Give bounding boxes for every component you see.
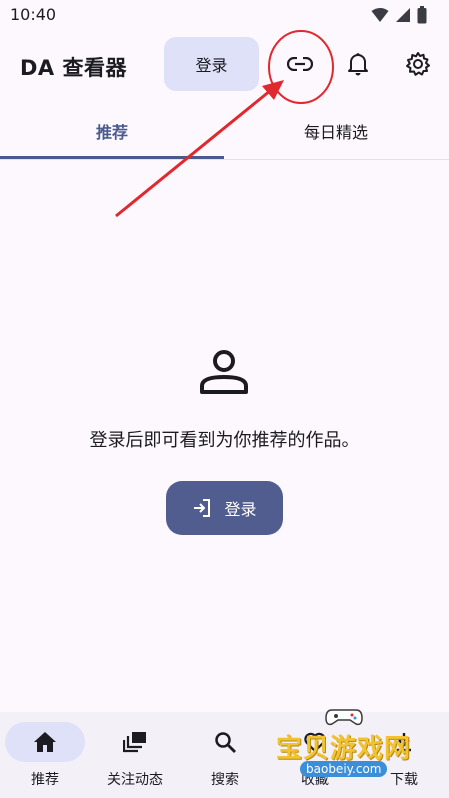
notifications-button[interactable] — [338, 44, 378, 84]
nav-label: 关注动态 — [107, 772, 163, 788]
empty-message: 登录后即可看到为你推荐的作品。 — [89, 430, 360, 451]
bell-icon — [348, 53, 368, 76]
person-icon — [200, 350, 248, 394]
top-login-button[interactable]: 登录 — [164, 37, 259, 91]
nav-label: 推荐 — [31, 772, 59, 788]
watermark-url: baobeiy.com — [300, 761, 388, 777]
watermark-text: 宝贝游戏网 — [276, 734, 412, 764]
settings-button[interactable] — [398, 44, 438, 84]
home-icon — [34, 732, 56, 752]
search-icon — [215, 732, 236, 753]
battery-icon — [417, 6, 427, 24]
login-button-label: 登录 — [224, 500, 257, 519]
tab-daily-picks[interactable]: 每日精选 — [224, 106, 448, 156]
login-button[interactable]: 登录 — [166, 481, 283, 535]
login-icon — [194, 499, 211, 517]
link-icon — [287, 57, 313, 71]
app-title: DA 查看器 — [20, 56, 127, 80]
tab-divider — [0, 159, 449, 160]
status-time: 10:40 — [10, 5, 57, 24]
nav-label: 搜索 — [211, 772, 239, 788]
watermark: 宝贝游戏网 baobeiy.com — [272, 706, 422, 786]
gear-icon — [406, 52, 430, 76]
nav-recommended[interactable]: 推荐 — [0, 712, 90, 798]
status-icons — [371, 6, 427, 24]
signal-icon — [396, 8, 410, 22]
top-app-bar: DA 查看器 登录 — [0, 32, 449, 96]
link-button[interactable] — [280, 44, 320, 84]
gamepad-icon — [325, 709, 363, 726]
tab-recommended[interactable]: 推荐 — [0, 106, 224, 156]
nav-search[interactable]: 搜索 — [180, 712, 270, 798]
wifi-icon — [371, 8, 389, 22]
feed-stack-icon — [123, 732, 146, 753]
nav-following[interactable]: 关注动态 — [90, 712, 180, 798]
status-bar: 10:40 — [0, 0, 449, 32]
tab-bar: 推荐 每日精选 — [0, 106, 449, 160]
